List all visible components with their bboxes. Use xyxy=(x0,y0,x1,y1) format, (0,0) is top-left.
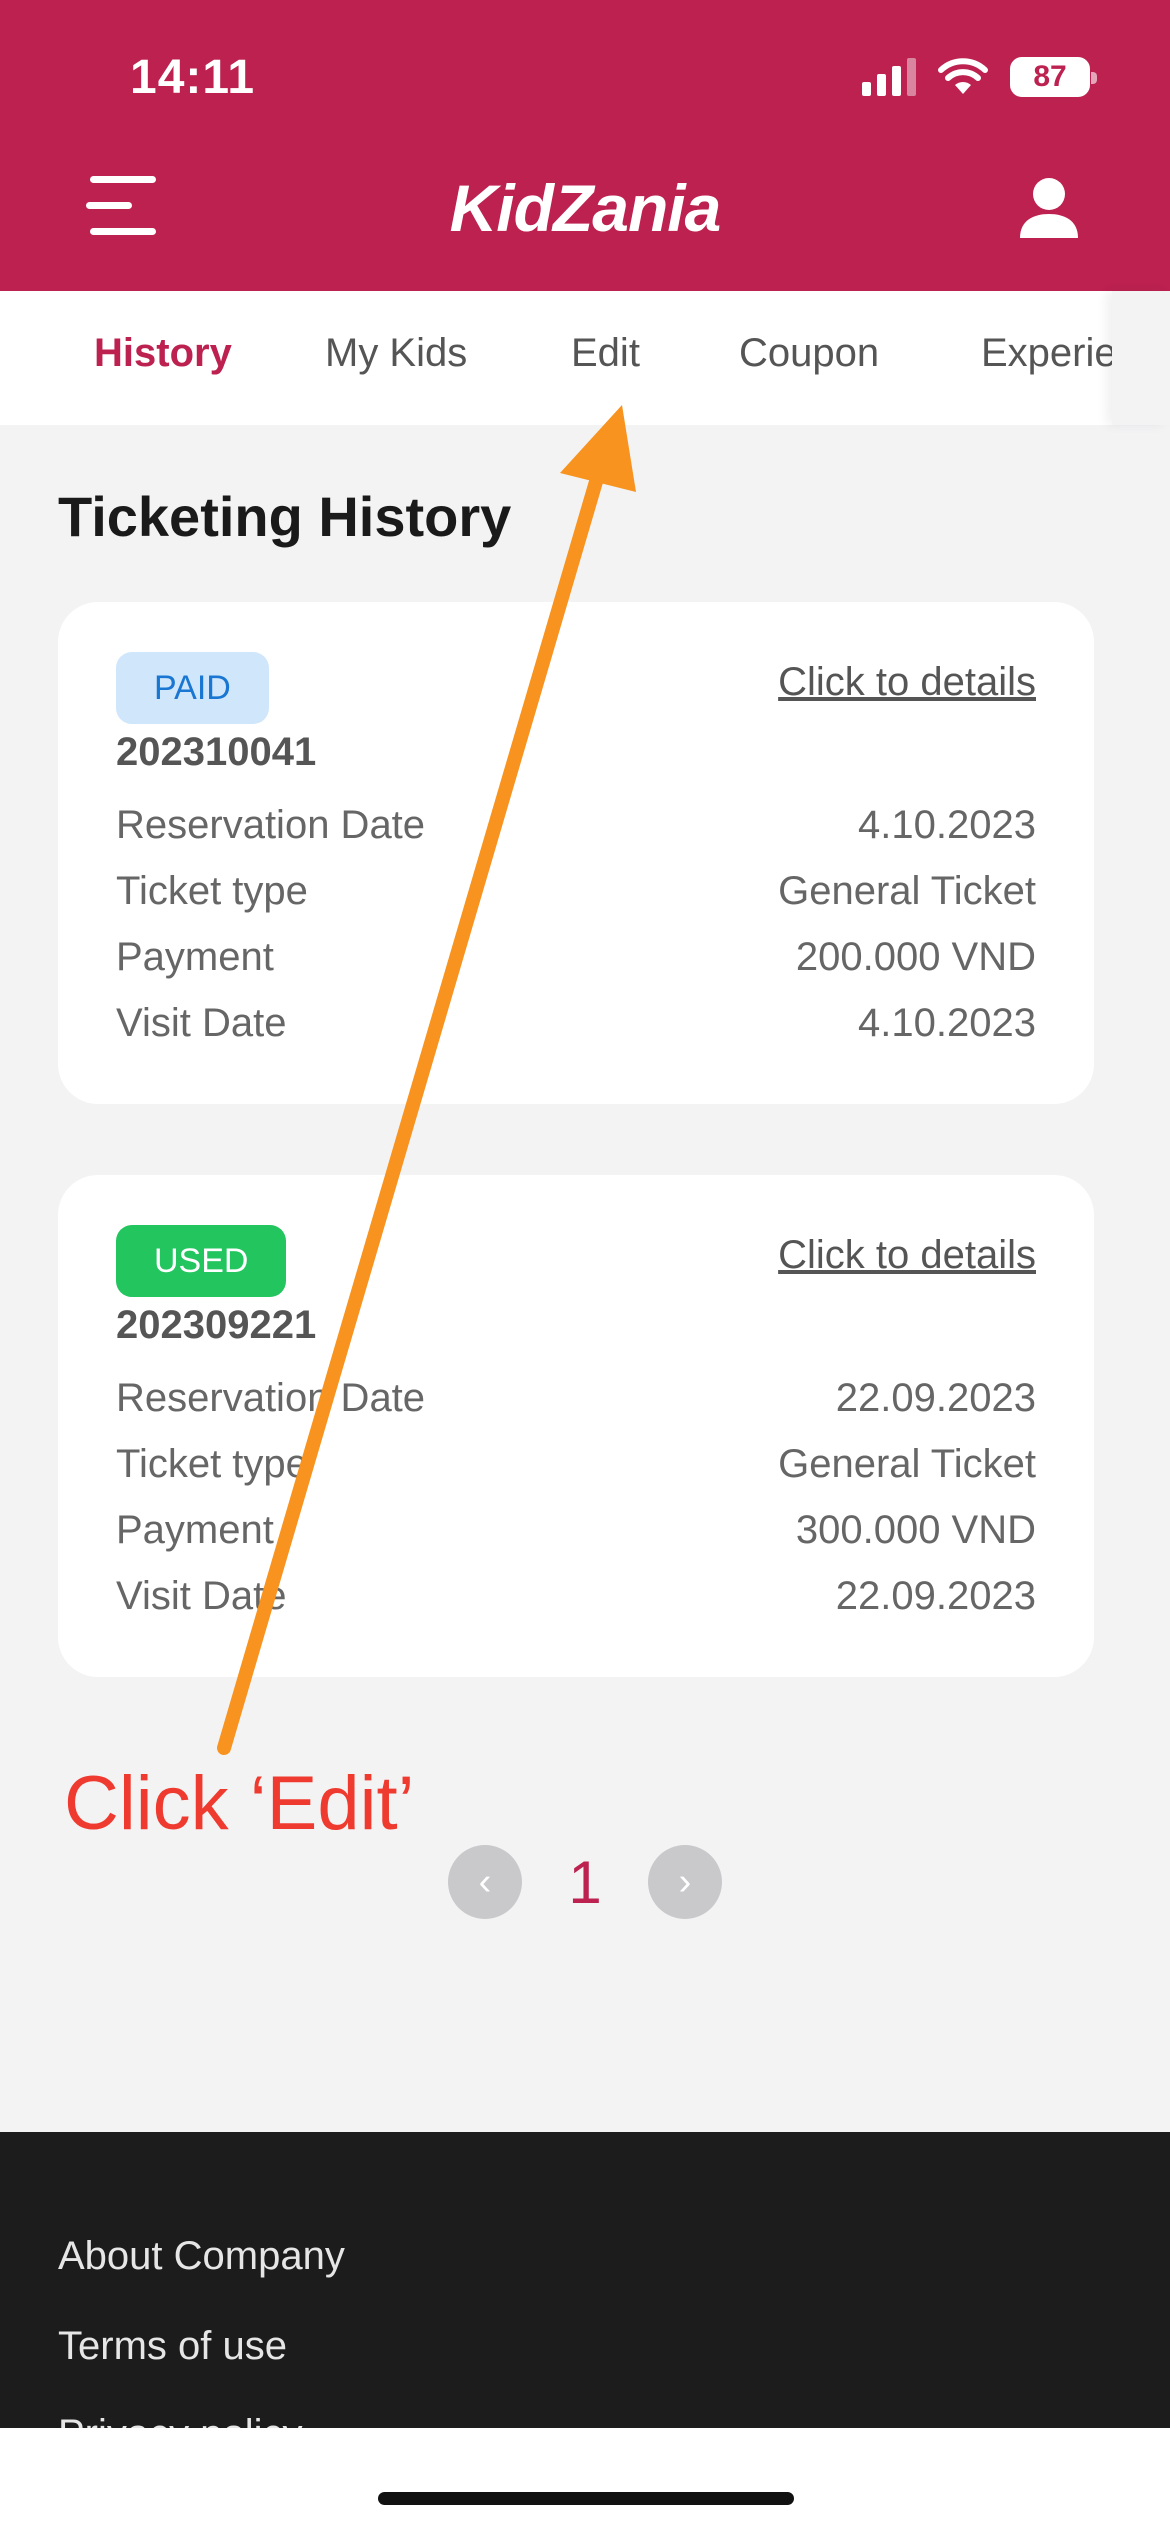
status-badge: PAID xyxy=(116,652,269,724)
tab-coupon[interactable]: Coupon xyxy=(739,331,879,376)
info-row: Visit Date 4.10.2023 xyxy=(116,990,1036,1056)
info-value: 200.000 VND xyxy=(795,934,1036,979)
menu-icon xyxy=(90,176,156,183)
info-label: Visit Date xyxy=(116,1573,287,1618)
annotation-label: Click ‘Edit’ xyxy=(64,1761,415,1846)
reservation-number: 202309221 xyxy=(116,1303,317,1347)
tabs-scroll-edge xyxy=(1112,291,1170,425)
status-time: 14:11 xyxy=(130,51,256,104)
info-row: Visit Date 22.09.2023 xyxy=(116,1563,1036,1629)
tab-history[interactable]: History xyxy=(94,331,232,376)
info-value: General Ticket xyxy=(778,868,1036,913)
info-label: Payment xyxy=(116,1507,274,1552)
info-value: 22.09.2023 xyxy=(835,1573,1036,1618)
current-page[interactable]: 1 xyxy=(568,1848,601,1917)
info-label: Ticket type xyxy=(116,1441,308,1486)
footer: About Company Terms of use Privacy polic… xyxy=(0,2132,1170,2428)
menu-button[interactable] xyxy=(86,176,158,236)
footer-link-terms[interactable]: Terms of use xyxy=(58,2324,287,2369)
ticket-info: Reservation Date 22.09.2023 Ticket type … xyxy=(116,1365,1036,1629)
profile-button[interactable] xyxy=(1014,176,1084,240)
user-icon xyxy=(1020,178,1078,238)
footer-link-privacy[interactable]: Privacy policy xyxy=(58,2412,303,2428)
page-title: Ticketing History xyxy=(58,485,512,548)
info-row: Reservation Date 22.09.2023 xyxy=(116,1365,1036,1431)
info-value: 22.09.2023 xyxy=(835,1375,1036,1420)
prev-page-button[interactable]: ‹ xyxy=(448,1845,522,1919)
info-row: Ticket type General Ticket xyxy=(116,858,1036,924)
details-link[interactable]: Click to details xyxy=(778,660,1036,705)
app-header: 14:11 87 KidZania xyxy=(0,0,1170,291)
status-badge: USED xyxy=(116,1225,287,1297)
info-row: Payment 200.000 VND xyxy=(116,924,1036,990)
status-icons: 87 xyxy=(862,54,1097,100)
reservation-number: 202310041 xyxy=(116,730,317,774)
profile-tabs: History My Kids Edit Coupon Experie xyxy=(0,291,1112,425)
next-page-button[interactable]: › xyxy=(648,1845,722,1919)
footer-link-about[interactable]: About Company xyxy=(58,2234,345,2279)
pagination: ‹ 1 › xyxy=(448,1844,722,1920)
battery-icon: 87 xyxy=(1010,57,1097,97)
info-row: Ticket type General Ticket xyxy=(116,1431,1036,1497)
info-value: 300.000 VND xyxy=(795,1507,1036,1552)
info-label: Payment xyxy=(116,934,274,979)
cellular-signal-icon xyxy=(862,58,916,96)
info-label: Visit Date xyxy=(116,1000,287,1045)
info-row: Payment 300.000 VND xyxy=(116,1497,1036,1563)
info-label: Ticket type xyxy=(116,868,308,913)
info-value: 4.10.2023 xyxy=(858,802,1036,847)
info-value: 4.10.2023 xyxy=(858,1000,1036,1045)
info-label: Reservation Date xyxy=(116,1375,426,1420)
ticket-card: PAID Click to details 202310041 Reservat… xyxy=(58,602,1094,1104)
wifi-icon xyxy=(938,58,988,94)
ticket-info: Reservation Date 4.10.2023 Ticket type G… xyxy=(116,792,1036,1056)
info-value: General Ticket xyxy=(778,1441,1036,1486)
info-label: Reservation Date xyxy=(116,802,426,847)
tab-edit[interactable]: Edit xyxy=(571,331,640,376)
tab-my-kids[interactable]: My Kids xyxy=(325,331,467,376)
home-indicator-area xyxy=(0,2428,1170,2532)
info-row: Reservation Date 4.10.2023 xyxy=(116,792,1036,858)
details-link[interactable]: Click to details xyxy=(778,1233,1036,1278)
tab-experience[interactable]: Experie xyxy=(981,331,1112,376)
home-indicator[interactable] xyxy=(378,2492,794,2505)
ticket-card: USED Click to details 202309221 Reservat… xyxy=(58,1175,1094,1677)
app-logo[interactable]: KidZania xyxy=(430,168,740,248)
